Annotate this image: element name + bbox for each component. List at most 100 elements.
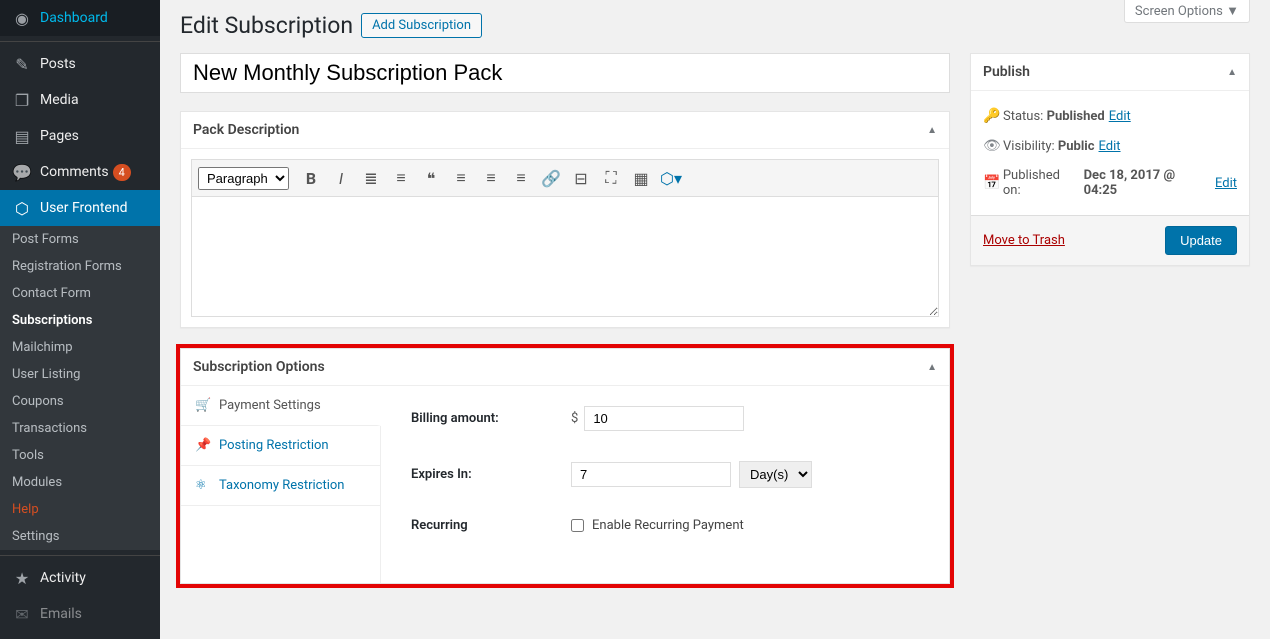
recurring-label: Recurring <box>411 518 571 533</box>
visibility-label: Visibility: <box>1003 139 1055 154</box>
comments-count-badge: 4 <box>113 164 131 181</box>
sidebar-item-comments[interactable]: 💬 Comments 4 <box>0 154 160 190</box>
align-left-icon[interactable]: ≡ <box>447 164 475 192</box>
sidebar-item-pages[interactable]: ▤ Pages <box>0 118 160 154</box>
edit-status-link[interactable]: Edit <box>1109 109 1131 124</box>
key-icon: 🔑 <box>983 108 1003 124</box>
sidebar-item-label: Comments <box>40 164 109 180</box>
subscription-tabs: 🛒 Payment Settings 📌 Posting Restriction… <box>181 386 381 583</box>
page-title: Edit Subscription <box>180 12 353 39</box>
expires-value-input[interactable] <box>571 462 731 487</box>
main-content: Screen Options ▼ Edit Subscription Add S… <box>160 0 1270 639</box>
email-icon: ✉ <box>12 604 32 624</box>
readmore-icon[interactable]: ⊟ <box>567 164 595 192</box>
sub-mailchimp[interactable]: Mailchimp <box>0 334 160 361</box>
sidebar-item-media[interactable]: ❐ Media <box>0 82 160 118</box>
subscription-options-title: Subscription Options <box>193 359 325 375</box>
media-icon: ❐ <box>12 90 32 110</box>
tab-payment-settings[interactable]: 🛒 Payment Settings <box>181 386 381 426</box>
sub-modules[interactable]: Modules <box>0 469 160 496</box>
comment-icon: 💬 <box>12 162 32 182</box>
user-frontend-icon: ⬡ <box>12 198 32 218</box>
subscription-options-box: Subscription Options ▲ 🛒 Payment Setting… <box>180 348 950 584</box>
align-center-icon[interactable]: ≡ <box>477 164 505 192</box>
pin-icon: ✎ <box>12 54 32 74</box>
cart-icon: 🛒 <box>195 398 211 413</box>
tab-posting-restriction[interactable]: 📌 Posting Restriction <box>181 426 380 466</box>
expires-unit-select[interactable]: Day(s) <box>739 461 812 488</box>
chevron-down-icon: ▼ <box>1226 4 1239 19</box>
italic-icon[interactable]: I <box>327 164 355 192</box>
sub-settings[interactable]: Settings <box>0 523 160 550</box>
sub-help[interactable]: Help <box>0 496 160 523</box>
link-icon[interactable]: 🔗 <box>537 164 565 192</box>
sidebar-item-activity[interactable]: ★ Activity <box>0 560 160 596</box>
tab-taxonomy-restriction[interactable]: ⚛ Taxonomy Restriction <box>181 466 380 506</box>
visibility-value: Public <box>1058 139 1095 154</box>
bullet-list-icon[interactable]: ≣ <box>357 164 385 192</box>
wpuf-icon[interactable]: ⬡▾ <box>657 164 685 192</box>
pack-description-title: Pack Description <box>193 122 299 138</box>
sidebar-item-posts[interactable]: ✎ Posts <box>0 46 160 82</box>
publish-box: Publish ▲ 🔑 Status: Published Edit 👁 Vis <box>970 53 1250 266</box>
taxonomy-icon: ⚛ <box>195 478 211 493</box>
pages-icon: ▤ <box>12 126 32 146</box>
calendar-icon: 📅 <box>983 175 1003 191</box>
fullscreen-icon[interactable]: ⛶ <box>597 164 625 192</box>
sidebar-item-emails[interactable]: ✉ Emails <box>0 596 160 632</box>
description-editor[interactable] <box>191 197 939 317</box>
sidebar-item-label: Pages <box>40 128 79 144</box>
sidebar-item-label: Emails <box>40 606 82 622</box>
sub-transactions[interactable]: Transactions <box>0 415 160 442</box>
recurring-checkbox-label: Enable Recurring Payment <box>592 518 744 533</box>
published-value: Dec 18, 2017 @ 04:25 <box>1084 168 1211 198</box>
published-label: Published on: <box>1003 168 1081 198</box>
move-to-trash-link[interactable]: Move to Trash <box>983 233 1065 248</box>
sidebar-submenu: Post Forms Registration Forms Contact Fo… <box>0 226 160 550</box>
align-right-icon[interactable]: ≡ <box>507 164 535 192</box>
format-select[interactable]: Paragraph <box>198 167 289 190</box>
chevron-up-icon: ▲ <box>1227 67 1237 78</box>
edit-date-link[interactable]: Edit <box>1215 176 1237 191</box>
payment-settings-panel: Billing amount: $ Expires In: Day(s) Rec… <box>381 386 949 583</box>
sidebar-item-label: Dashboard <box>40 10 108 26</box>
dashboard-icon: ◉ <box>12 8 32 28</box>
editor-toolbar: Paragraph B I ≣ ≡ ❝ ≡ ≡ ≡ 🔗 ⊟ ⛶ ▦ ⬡▾ <box>191 159 939 197</box>
admin-sidebar: ◉ Dashboard ✎ Posts ❐ Media ▤ Pages 💬 Co… <box>0 0 160 639</box>
subscription-options-header[interactable]: Subscription Options ▲ <box>181 349 949 386</box>
status-label: Status: <box>1003 109 1043 124</box>
sidebar-item-label: Posts <box>40 56 76 72</box>
update-button[interactable]: Update <box>1165 226 1237 255</box>
sub-coupons[interactable]: Coupons <box>0 388 160 415</box>
pack-description-header[interactable]: Pack Description ▲ <box>181 112 949 149</box>
sidebar-item-user-frontend[interactable]: ⬡ User Frontend <box>0 190 160 226</box>
expires-label: Expires In: <box>411 467 571 482</box>
status-value: Published <box>1047 109 1105 124</box>
billing-amount-input[interactable] <box>584 406 744 431</box>
screen-options-button[interactable]: Screen Options ▼ <box>1124 0 1250 23</box>
blockquote-icon[interactable]: ❝ <box>417 164 445 192</box>
sub-tools[interactable]: Tools <box>0 442 160 469</box>
publish-title: Publish <box>983 64 1030 80</box>
edit-visibility-link[interactable]: Edit <box>1099 139 1121 154</box>
toolbar-toggle-icon[interactable]: ▦ <box>627 164 655 192</box>
add-subscription-button[interactable]: Add Subscription <box>361 13 482 38</box>
sub-contact-form[interactable]: Contact Form <box>0 280 160 307</box>
chevron-up-icon: ▲ <box>927 125 937 136</box>
sub-subscriptions[interactable]: Subscriptions <box>0 307 160 334</box>
sub-post-forms[interactable]: Post Forms <box>0 226 160 253</box>
sub-user-listing[interactable]: User Listing <box>0 361 160 388</box>
currency-symbol: $ <box>571 411 578 426</box>
sidebar-item-label: Activity <box>40 570 86 586</box>
bold-icon[interactable]: B <box>297 164 325 192</box>
recurring-checkbox[interactable] <box>571 519 584 532</box>
sidebar-item-label: User Frontend <box>40 200 127 216</box>
pack-description-box: Pack Description ▲ Paragraph B I ≣ ≡ ❝ ≡… <box>180 111 950 328</box>
sidebar-item-label: Media <box>40 92 79 108</box>
sidebar-item-dashboard[interactable]: ◉ Dashboard <box>0 0 160 36</box>
publish-header[interactable]: Publish ▲ <box>971 54 1249 91</box>
chevron-up-icon: ▲ <box>927 362 937 373</box>
number-list-icon[interactable]: ≡ <box>387 164 415 192</box>
sub-registration-forms[interactable]: Registration Forms <box>0 253 160 280</box>
subscription-title-input[interactable] <box>180 53 950 93</box>
